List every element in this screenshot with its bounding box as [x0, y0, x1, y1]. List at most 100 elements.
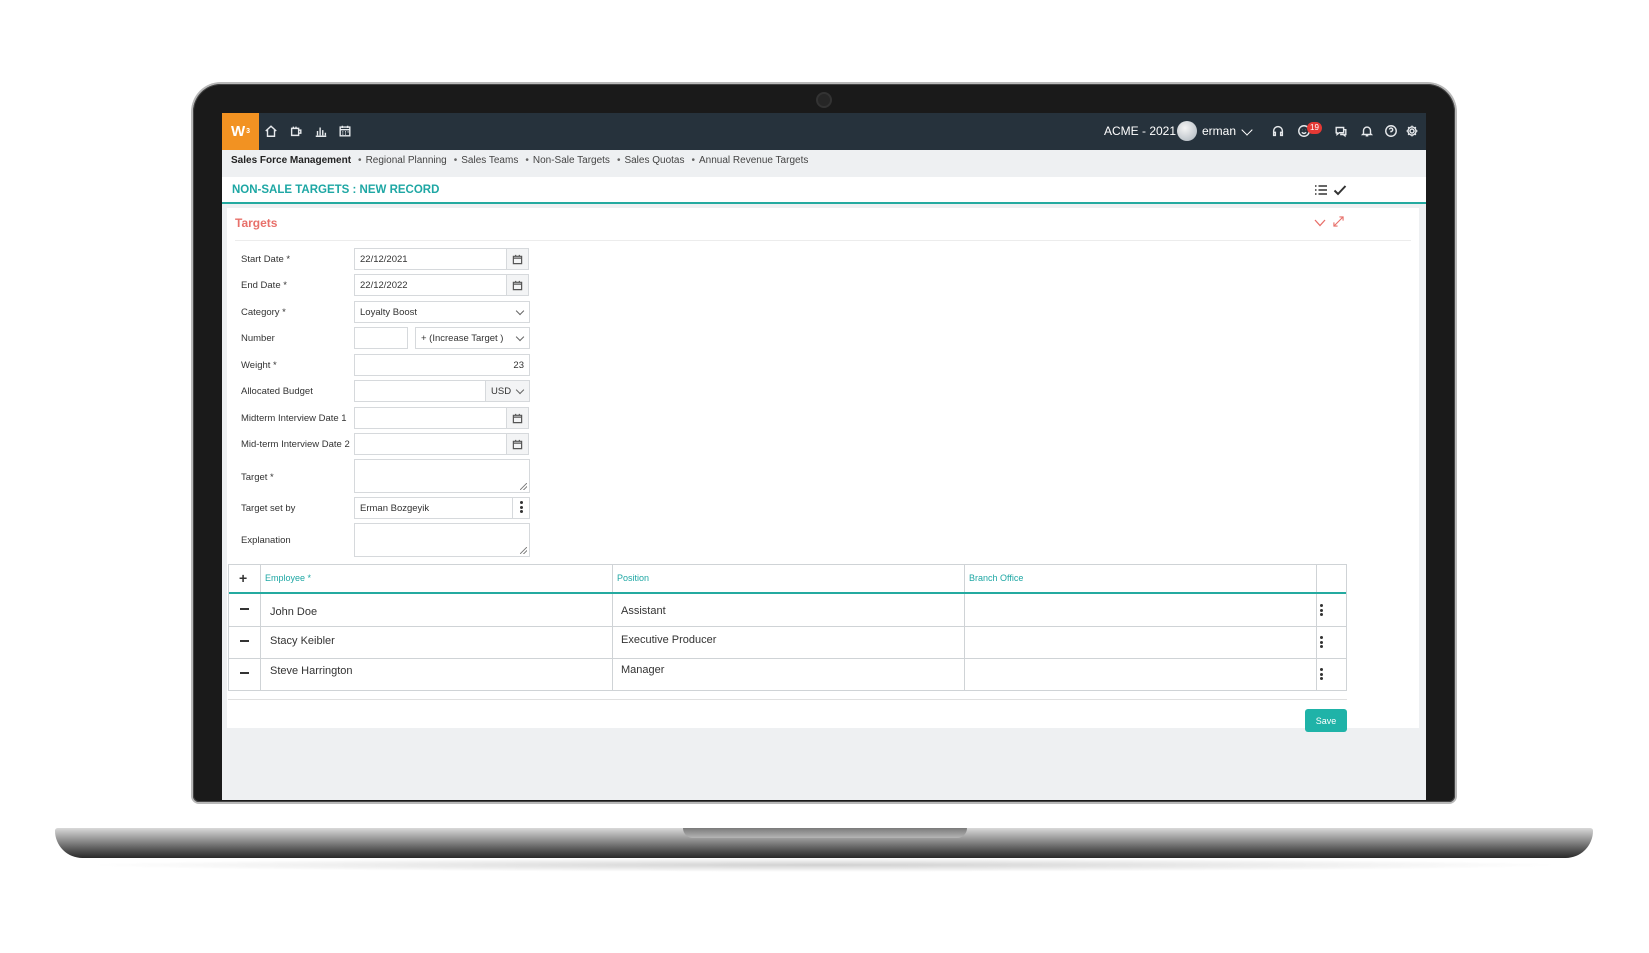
breadcrumb-sales-quotas[interactable]: Sales Quotas [624, 155, 684, 171]
breadcrumb-sales-teams[interactable]: Sales Teams [461, 155, 518, 171]
calendar-icon[interactable] [336, 122, 354, 140]
remove-row-button[interactable] [240, 640, 249, 642]
table-row-position[interactable]: Manager [621, 664, 664, 676]
column-header-branch-office[interactable]: Branch Office [969, 573, 1023, 583]
screen: W3 ACME - 2021 erman 19 Sales Force Mana… [222, 113, 1426, 800]
form-footer-divider [228, 699, 1347, 700]
chart-icon[interactable] [312, 122, 330, 140]
chat-icon[interactable] [1332, 122, 1350, 140]
breadcrumb-non-sale-targets[interactable]: Non-Sale Targets [533, 155, 610, 171]
breadcrumb-separator: • [616, 155, 621, 166]
page-title: NON-SALE TARGETS : NEW RECORD [232, 184, 440, 196]
allocated-budget-label: Allocated Budget [241, 386, 313, 397]
resize-handle-icon[interactable] [520, 483, 527, 490]
chevron-down-icon [515, 306, 525, 316]
midterm-date-2-field[interactable] [354, 433, 507, 455]
breadcrumb-regional-planning[interactable]: Regional Planning [366, 155, 447, 171]
row-menu-icon[interactable] [1320, 668, 1323, 682]
row-menu-icon[interactable] [1320, 636, 1323, 650]
top-navigation-bar: W3 ACME - 2021 erman 19 [222, 113, 1426, 150]
breadcrumb-separator: • [691, 155, 696, 166]
gear-icon[interactable] [1403, 122, 1421, 140]
number-label: Number [241, 333, 275, 344]
breadcrumb: Sales Force Management • Regional Planni… [231, 155, 808, 171]
start-date-label: Start Date * [241, 254, 291, 265]
weight-field[interactable]: 23 [354, 354, 530, 376]
calendar-icon[interactable] [506, 274, 529, 296]
midterm-date-2-label: Mid-term Interview Date 2 [241, 439, 350, 450]
table-row-position[interactable]: Assistant [621, 605, 666, 617]
page-header: NON-SALE TARGETS : NEW RECORD [222, 177, 1426, 204]
currency-select[interactable]: USD [485, 380, 530, 402]
row-divider [229, 626, 1346, 627]
breadcrumb-root[interactable]: Sales Force Management [231, 155, 351, 171]
currency-value: USD [491, 385, 512, 397]
number-field[interactable] [354, 327, 408, 349]
midterm-date-1-field[interactable] [354, 407, 507, 429]
breadcrumb-annual-revenue-targets[interactable]: Annual Revenue Targets [699, 155, 808, 171]
chevron-down-icon [515, 385, 525, 395]
collapse-chevron-icon[interactable] [1314, 218, 1326, 228]
home-icon[interactable] [262, 122, 280, 140]
row-divider [229, 658, 1346, 659]
more-options-icon[interactable] [512, 497, 530, 519]
box-icon[interactable] [287, 122, 305, 140]
laptop-shadow [80, 858, 1568, 872]
target-set-by-field[interactable]: Erman Bozgeyik [354, 497, 513, 519]
calendar-icon[interactable] [506, 407, 529, 429]
check-icon[interactable] [1332, 182, 1348, 198]
targets-panel: Targets Start Date * 22/12/2021 End Date… [227, 208, 1419, 732]
camera-icon [816, 92, 832, 108]
number-mode-value: + (Increase Target ) [421, 332, 504, 344]
target-label: Target * [241, 472, 274, 483]
table-row-employee[interactable]: Stacy Keibler [270, 635, 335, 647]
notification-badge: 19 [1307, 122, 1322, 134]
breadcrumb-separator: • [358, 155, 362, 166]
company-selector[interactable]: ACME - 2021 [1104, 124, 1176, 138]
panel-title: Targets [235, 216, 278, 230]
user-menu[interactable]: erman [1202, 124, 1236, 138]
target-set-by-label: Target set by [241, 503, 296, 514]
panel-divider [235, 240, 1411, 241]
save-button[interactable]: Save [1305, 709, 1347, 732]
headset-icon[interactable] [1269, 122, 1287, 140]
category-label: Category * [241, 307, 286, 318]
position-column [613, 565, 965, 690]
number-mode-select[interactable]: + (Increase Target ) [415, 327, 530, 349]
chevron-down-icon [515, 332, 525, 342]
resize-handle-icon[interactable] [520, 547, 527, 554]
breadcrumb-separator: • [453, 155, 458, 166]
start-date-field[interactable]: 22/12/2021 [354, 248, 507, 270]
avatar[interactable] [1177, 121, 1197, 141]
column-header-position[interactable]: Position [617, 573, 649, 583]
allocated-budget-field[interactable] [354, 380, 486, 402]
laptop-notch [683, 828, 967, 838]
category-select[interactable]: Loyalty Boost [354, 301, 530, 323]
expand-icon[interactable] [1333, 216, 1344, 227]
row-menu-icon[interactable] [1320, 604, 1323, 618]
table-row-position[interactable]: Executive Producer [621, 634, 716, 646]
breadcrumb-separator: • [525, 155, 529, 166]
end-date-label: End Date * [241, 280, 287, 291]
employee-table: + Employee * Position Branch Office John… [228, 564, 1347, 691]
explanation-label: Explanation [241, 535, 291, 546]
end-date-field[interactable]: 22/12/2022 [354, 274, 507, 296]
explanation-textarea[interactable] [354, 523, 530, 557]
bell-icon[interactable] [1358, 122, 1376, 140]
list-icon[interactable] [1313, 182, 1329, 198]
table-row-employee[interactable]: John Doe [270, 606, 317, 618]
table-row-employee[interactable]: Steve Harrington [270, 665, 353, 677]
branch-column [965, 565, 1317, 690]
target-textarea[interactable] [354, 459, 530, 493]
add-row-button[interactable]: + [239, 571, 247, 585]
remove-row-button[interactable] [240, 608, 249, 610]
calendar-icon[interactable] [506, 248, 529, 270]
chevron-down-icon[interactable] [1241, 124, 1253, 136]
app-logo[interactable]: W3 [222, 113, 259, 150]
table-header-divider [229, 592, 1346, 594]
help-icon[interactable] [1382, 122, 1400, 140]
weight-label: Weight * [241, 360, 277, 371]
remove-row-button[interactable] [240, 672, 249, 674]
column-header-employee[interactable]: Employee * [265, 573, 311, 583]
calendar-icon[interactable] [506, 433, 529, 455]
